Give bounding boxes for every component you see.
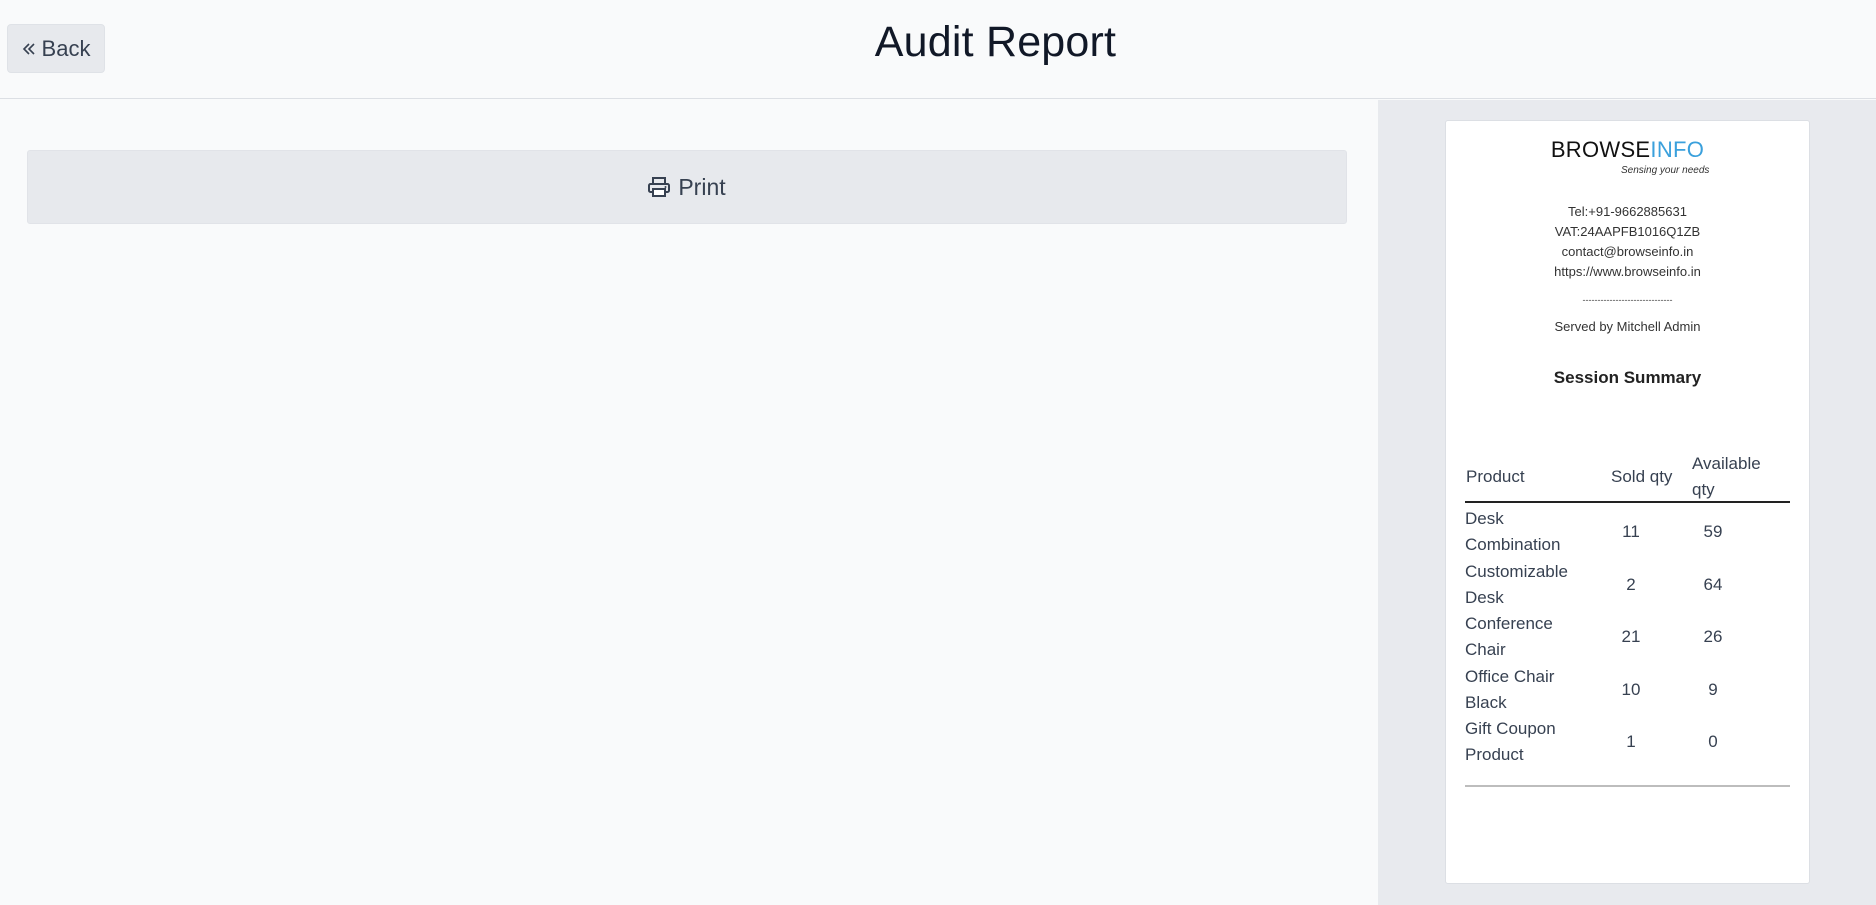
available-qty: 26 [1703,627,1723,647]
contact-vat: VAT:24AAPFB1016Q1ZB [1554,224,1701,239]
product-name: Conference Chair [1465,614,1553,660]
logo-brand-first: BROWSE [1550,137,1651,162]
sold-qty: 21 [1621,627,1641,647]
page-title: Audit Report [874,18,1117,66]
product-name: Gift Coupon Product [1465,719,1556,765]
left-pane: Print [0,100,1378,905]
receipt: BROWSEINFO Sensing your needs Tel:+91-96… [1445,120,1810,884]
contact-website: https://www.browseinfo.in [1554,264,1701,279]
product-name: Desk Combination [1465,509,1561,554]
sold-qty: 2 [1626,574,1636,594]
receipt-preview-pane: BROWSEINFO Sensing your needs Tel:+91-96… [1378,100,1876,905]
print-button[interactable]: Print [27,150,1347,224]
available-qty: 9 [1708,679,1718,699]
contact-tel: Tel:+91-9662885631 [1568,204,1687,219]
table-row: Conference Chair 21 26 [1465,611,1790,664]
company-logo: BROWSEINFO Sensing your needs [1446,137,1809,176]
available-qty: 59 [1703,522,1723,541]
available-qty: 0 [1708,732,1718,752]
table-header: Product Sold qty Available qty [1465,446,1790,503]
available-qty: 64 [1703,574,1723,594]
session-summary-title: Session Summary [1553,368,1702,387]
product-name: Office Chair Black [1465,666,1555,712]
header-product: Product [1466,467,1525,486]
sold-qty: 10 [1621,679,1641,699]
logo-tagline: Sensing your needs [1621,165,1710,176]
header-sold-qty: Sold qty [1611,467,1673,486]
header-available-qty: Available qty [1692,454,1761,499]
contact-email: contact@browseinfo.in [1561,244,1694,259]
served-by: Served by Mitchell Admin [1554,319,1701,334]
print-button-label: Print [678,173,726,200]
contact-info: Tel:+91-9662885631 VAT:24AAPFB1016Q1ZB c… [1446,202,1809,282]
table-row: Desk Combination 11 59 [1465,506,1790,559]
top-bar: Back Audit Report [0,0,1876,99]
table-row: Customizable Desk 2 64 [1465,559,1790,612]
table-bottom-divider [1465,785,1790,787]
table-row: Gift Coupon Product 1 0 [1465,716,1790,769]
sold-qty: 11 [1622,522,1640,541]
print-icon [648,177,671,197]
product-name: Customizable Desk [1465,561,1568,607]
session-summary-table: Product Sold qty Available qty Desk Comb… [1465,446,1790,769]
logo-brand-second: INFO [1650,137,1705,162]
sold-qty: 1 [1626,732,1636,752]
table-row: Office Chair Black 10 9 [1465,664,1790,717]
separator: ------------------------------ [1582,295,1673,305]
